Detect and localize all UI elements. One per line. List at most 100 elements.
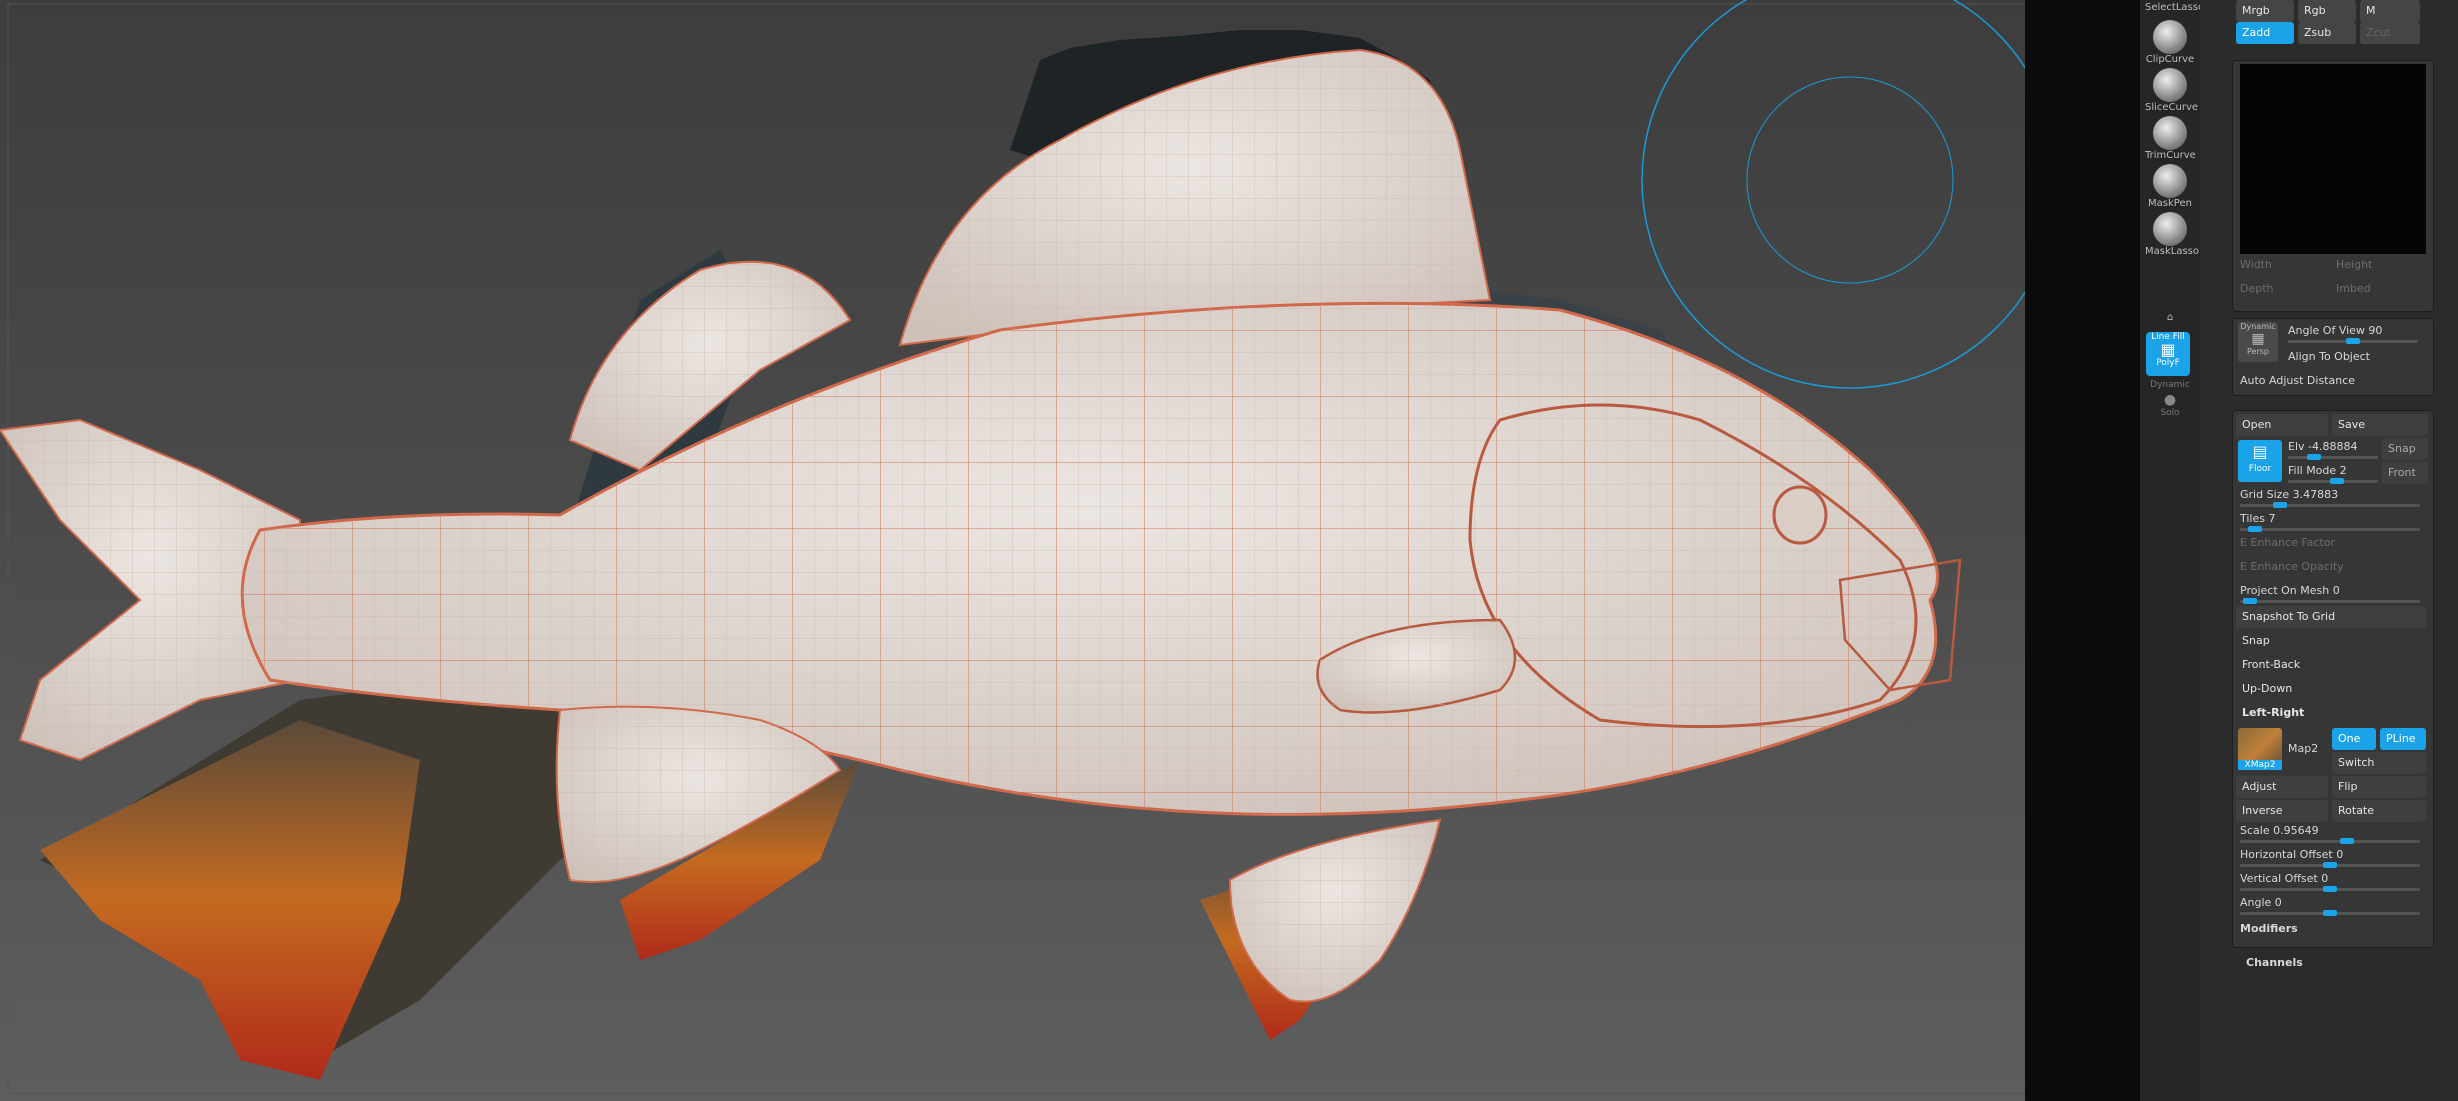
fill-mode-slider[interactable] [2288,478,2378,484]
persp-top-label: Dynamic [2240,322,2276,331]
snapshot-to-grid-button[interactable]: Snapshot To Grid [2236,606,2426,628]
floor-label: Floor [2248,464,2272,474]
up-down-button[interactable]: Up-Down [2236,678,2426,700]
rotate-button[interactable]: Rotate [2332,800,2426,822]
viewport-edge [2025,0,2140,1101]
modifiers-button[interactable]: Modifiers [2240,922,2298,935]
auto-adjust-distance-button[interactable]: Auto Adjust Distance [2240,374,2355,387]
vertical-offset-label: Vertical Offset 0 [2240,872,2329,885]
adjust-button[interactable]: Adjust [2236,776,2328,798]
depth-label: Depth [2240,282,2274,295]
vertical-offset-slider[interactable] [2240,886,2420,892]
map-thumbnail[interactable]: XMap2 [2238,728,2282,770]
slider-knob[interactable] [2273,502,2288,508]
floor-icon: ▤ [2252,442,2268,461]
slider-knob[interactable] [2248,526,2263,532]
angle-slider[interactable] [2240,910,2420,916]
width-label: Width [2240,258,2272,271]
slider-knob[interactable] [2243,598,2258,604]
left-right-button[interactable]: Left-Right [2236,702,2426,724]
persp-button[interactable]: Dynamic ▦ Dynamic Persp [2238,322,2278,362]
tool-slicecurve[interactable]: SliceCurve [2145,68,2199,113]
elv-label: Elv -4.88884 [2288,440,2358,453]
slider-knob[interactable] [2323,886,2337,892]
tool-label: SelectLasso [2145,2,2205,13]
snap-button[interactable]: Snap [2236,630,2426,652]
slider-knob[interactable] [2323,862,2337,868]
fish-model [0,0,2104,1095]
grid-icon: ▦ [2160,340,2176,359]
tool-clipcurve[interactable]: ClipCurve [2145,20,2195,65]
save-button[interactable]: Save [2332,414,2428,436]
align-to-object-button[interactable]: Align To Object [2288,350,2370,363]
zcut-button[interactable]: Zcut [2360,22,2420,44]
grid-size-slider[interactable] [2240,502,2420,508]
map-thumb-label: XMap2 [2238,760,2282,770]
slider-knob[interactable] [2329,478,2344,484]
dynamic-label: Dynamic [2150,380,2190,390]
tool-label: ClipCurve [2145,54,2195,65]
scale-slider[interactable] [2240,838,2420,844]
persp-icon: ▦ [2251,331,2265,347]
zadd-button[interactable]: Zadd [2236,22,2294,44]
slider-knob[interactable] [2323,910,2337,916]
tool-selectlasso[interactable]: SelectLasso [2145,2,2205,13]
angle-label: Angle 0 [2240,896,2282,909]
mrgb-button[interactable]: Mrgb [2236,0,2294,22]
horizontal-offset-label: Horizontal Offset 0 [2240,848,2344,861]
project-on-mesh-slider[interactable] [2240,598,2420,604]
tool-label: MaskPen [2148,198,2192,209]
solo-icon: ● [2163,392,2177,408]
masklasso-icon [2153,212,2187,246]
tool-trimcurve[interactable]: TrimCurve [2145,116,2196,161]
m-button[interactable]: M [2360,0,2420,22]
brush-outer-ring [1641,0,2059,389]
flip-button[interactable]: Flip [2332,776,2426,798]
fill-mode-label: Fill Mode 2 [2288,464,2347,477]
switch-button[interactable]: Switch [2332,752,2426,774]
slider-knob[interactable] [2346,338,2360,344]
tool-maskpen[interactable]: MaskPen [2145,164,2195,209]
imbed-label: Imbed [2336,282,2371,295]
inverse-button[interactable]: Inverse [2236,800,2328,822]
horizontal-offset-slider[interactable] [2240,862,2420,868]
lock-icon[interactable]: ⌂ [2145,312,2195,323]
viewport-canvas[interactable] [0,0,2140,1101]
slider-knob[interactable] [2339,838,2354,844]
grid-size-label: Grid Size 3.47883 [2240,488,2339,501]
project-on-mesh-label: Project On Mesh 0 [2240,584,2340,597]
scale-label: Scale 0.95649 [2240,824,2319,837]
enhance-factor-label: E Enhance Factor [2240,536,2336,549]
map2-label: Map2 [2288,742,2319,755]
brush-inner-ring [1746,76,1954,284]
tool-label: TrimCurve [2145,150,2196,161]
elv-slider[interactable] [2288,454,2378,460]
maskpen-icon [2153,164,2187,198]
slider-knob[interactable] [2307,454,2321,460]
trimcurve-icon [2153,116,2187,150]
angle-of-view-label: Angle Of View 90 [2288,324,2383,337]
tiles-label: Tiles 7 [2240,512,2276,525]
persp-label: Persp [2247,347,2269,356]
one-button[interactable]: One [2332,728,2376,750]
solo-label: Solo [2160,408,2180,418]
floor-button[interactable]: ▤ Floor [2238,440,2282,482]
front-back-button[interactable]: Front-Back [2236,654,2426,676]
snap-toggle[interactable]: Snap [2382,438,2428,460]
slicecurve-icon [2153,68,2187,102]
rgb-button[interactable]: Rgb [2298,0,2356,22]
tool-masklasso[interactable]: MaskLasso [2145,212,2199,257]
tool-label: SliceCurve [2145,102,2199,113]
pline-button[interactable]: PLine [2380,728,2426,750]
open-button[interactable]: Open [2236,414,2328,436]
tiles-slider[interactable] [2240,526,2420,532]
navigator-preview[interactable] [2240,64,2426,254]
clipcurve-icon [2153,20,2187,54]
zsub-button[interactable]: Zsub [2298,22,2356,44]
channels-button[interactable]: Channels [2246,956,2303,969]
polyf-button[interactable]: Line Fill ▦ PolyF [2146,332,2190,376]
front-toggle[interactable]: Front [2382,462,2428,484]
angle-of-view-slider[interactable] [2288,338,2418,344]
height-label: Height [2336,258,2373,271]
solo-button[interactable]: ● Solo [2145,392,2195,418]
